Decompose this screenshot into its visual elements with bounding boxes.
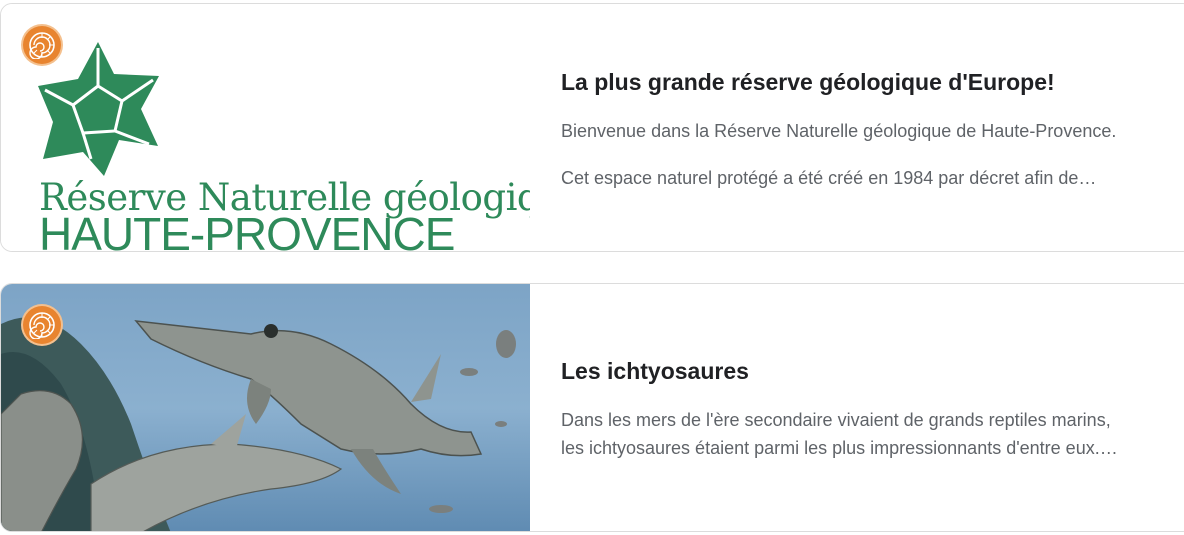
card-paragraph: Bienvenue dans la Réserve Naturelle géol… [561, 121, 1117, 141]
card-title[interactable]: La plus grande réserve géologique d'Euro… [561, 69, 1055, 96]
card-image[interactable]: Réserve Naturelle géologique HAUTE-PROVE… [1, 4, 530, 251]
card-body: Les ichtyosaures Dans les mers de l'ère … [561, 284, 1184, 531]
ammonite-icon [23, 306, 61, 344]
card-title[interactable]: Les ichtyosaures [561, 358, 749, 385]
article-card[interactable]: Les ichtyosaures Dans les mers de l'ère … [0, 283, 1184, 532]
card-body: La plus grande réserve géologique d'Euro… [561, 4, 1184, 251]
card-paragraph: les ichtyosaures étaient parmi les plus … [561, 438, 1118, 458]
ammonite-icon [23, 26, 61, 64]
logo-text-line2: HAUTE-PROVENCE [39, 208, 455, 251]
card-paragraph: Dans les mers de l'ère secondaire vivaie… [561, 410, 1111, 430]
card-image[interactable] [1, 284, 530, 531]
card-paragraph: Cet espace naturel protégé a été créé en… [561, 168, 1097, 188]
article-card[interactable]: Réserve Naturelle géologique HAUTE-PROVE… [0, 3, 1184, 252]
ichthyosaur-illustration [1, 284, 530, 531]
